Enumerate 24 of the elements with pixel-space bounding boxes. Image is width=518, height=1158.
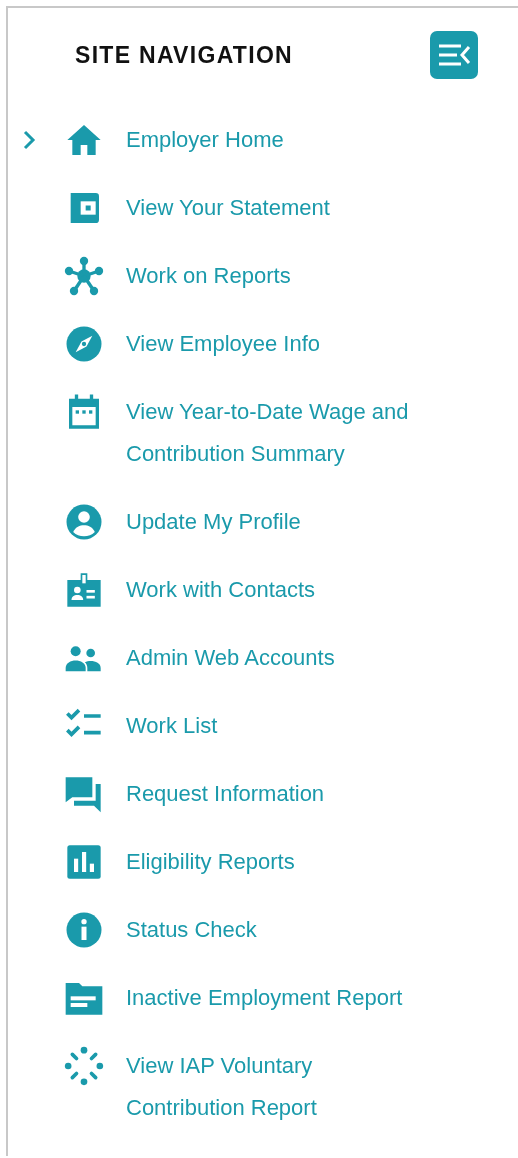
- nav-link[interactable]: Status Check: [126, 909, 426, 951]
- info-icon: [64, 910, 104, 950]
- user-icon: [64, 502, 104, 542]
- nav-link[interactable]: View Year-to-Date Wage and Contribution Summary: [126, 391, 426, 475]
- id-badge-icon: [64, 570, 104, 610]
- nav-link[interactable]: View IAP Voluntary Contribution Report: [126, 1045, 426, 1129]
- nav-link[interactable]: Work on Reports: [126, 255, 426, 297]
- nav-link[interactable]: Admin Web Accounts: [126, 637, 426, 679]
- nav-link[interactable]: View Employee Info: [126, 323, 426, 365]
- nav-link[interactable]: Work with Contacts: [126, 569, 426, 611]
- bar-chart-icon: [64, 842, 104, 882]
- nav-link[interactable]: Work List: [126, 705, 426, 747]
- nav-link[interactable]: Eligibility Reports: [126, 841, 426, 883]
- compass-icon: [64, 324, 104, 364]
- chat-icon: [64, 774, 104, 814]
- nav-link[interactable]: Request Information: [126, 773, 426, 815]
- nav-heading: SITE NAVIGATION: [75, 41, 293, 69]
- spinner-icon: [64, 1046, 104, 1086]
- collapse-menu-button[interactable]: [430, 31, 478, 79]
- nav-link[interactable]: View Your Statement: [126, 187, 426, 229]
- nav-link[interactable]: Update My Profile: [126, 501, 426, 543]
- network-icon: [64, 256, 104, 296]
- nav-link[interactable]: Employer Home: [126, 119, 426, 161]
- nav-link[interactable]: Inactive Employment Report: [126, 977, 426, 1019]
